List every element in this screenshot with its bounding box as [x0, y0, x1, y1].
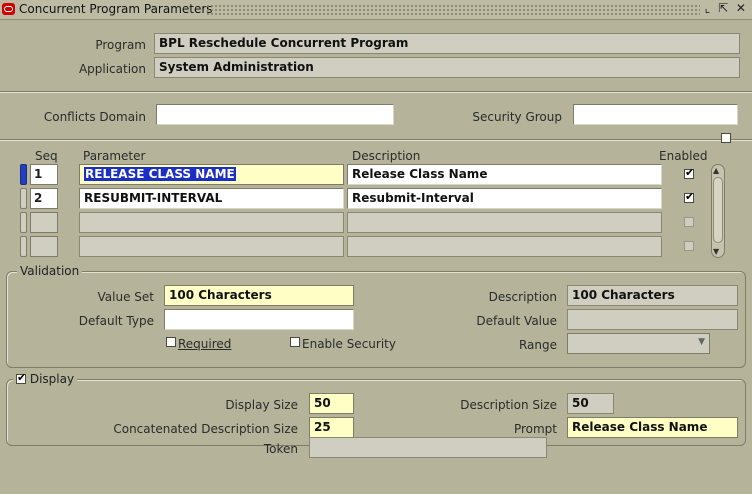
- checkmark-icon: ✔: [685, 190, 695, 203]
- col-enabled-header: Enabled: [659, 149, 708, 163]
- default-value-field[interactable]: [567, 309, 738, 330]
- scroll-thumb[interactable]: [713, 177, 723, 243]
- display-legend: Display: [29, 372, 75, 386]
- row-indicator[interactable]: [20, 236, 27, 257]
- window-title: Concurrent Program Parameters: [19, 2, 213, 16]
- grid-scrollbar[interactable]: ▲ ▼: [711, 164, 725, 258]
- range-label: Range: [518, 338, 557, 352]
- required-checkbox[interactable]: [166, 337, 176, 347]
- conflicts-domain-label: Conflicts Domain: [43, 110, 146, 124]
- security-group-field[interactable]: [573, 104, 738, 125]
- seq-cell[interactable]: [30, 212, 58, 233]
- col-seq-header: Seq: [35, 149, 58, 163]
- validation-legend: Validation: [17, 264, 83, 278]
- description-cell[interactable]: [347, 212, 662, 233]
- vs-description-field[interactable]: 100 Characters: [567, 285, 738, 306]
- description-size-field[interactable]: 50: [567, 393, 614, 414]
- enabled-checkbox[interactable]: [684, 241, 694, 251]
- application-field[interactable]: System Administration: [154, 57, 740, 78]
- vs-description-label: Description: [488, 290, 557, 304]
- parameter-cell[interactable]: RELEASE CLASS NAME: [79, 164, 344, 185]
- row-indicator[interactable]: [20, 164, 27, 185]
- seq-cell[interactable]: [30, 236, 58, 257]
- display-legend-wrap: ✔ Display: [13, 371, 78, 386]
- scroll-up-icon[interactable]: ▲: [713, 166, 719, 175]
- concat-size-field[interactable]: 25: [309, 417, 354, 438]
- default-value-label: Default Value: [476, 314, 557, 328]
- enabled-checkbox[interactable]: ✔: [684, 190, 695, 203]
- parameter-cell[interactable]: RESUBMIT-INTERVAL: [79, 188, 344, 209]
- enable-security-label: Enable Security: [302, 337, 396, 351]
- col-description-header: Description: [352, 149, 421, 163]
- seq-cell[interactable]: 1: [30, 164, 58, 185]
- chevron-down-icon[interactable]: ▼: [698, 337, 705, 347]
- value-set-label: Value Set: [97, 290, 154, 304]
- display-checkbox[interactable]: ✔: [16, 371, 27, 384]
- prompt-label: Prompt: [513, 422, 557, 436]
- description-cell[interactable]: [347, 236, 662, 257]
- seq-cell[interactable]: 2: [30, 188, 58, 209]
- checkmark-icon: ✔: [685, 166, 695, 179]
- range-dropdown[interactable]: ▼: [567, 333, 710, 354]
- value-set-field[interactable]: 100 Characters: [164, 285, 354, 306]
- window-controls[interactable]: ⌞ ⇱ ✕: [705, 1, 748, 15]
- window-titlebar[interactable]: Concurrent Program Parameters ⌞ ⇱ ✕: [0, 0, 752, 20]
- required-label: Required: [178, 337, 232, 351]
- grid-divider: [0, 139, 752, 141]
- oracle-app-icon: [2, 3, 15, 15]
- concat-size-label: Concatenated Description Size: [113, 422, 298, 436]
- row-indicator[interactable]: [20, 212, 27, 233]
- display-size-label: Display Size: [225, 398, 298, 412]
- default-type-label: Default Type: [78, 314, 154, 328]
- enable-security-checkbox[interactable]: [290, 337, 300, 347]
- header-divider: [0, 91, 752, 93]
- token-label: Token: [263, 442, 298, 456]
- token-field[interactable]: [309, 437, 547, 458]
- program-field[interactable]: BPL Reschedule Concurrent Program: [154, 33, 740, 54]
- security-group-label: Security Group: [472, 110, 562, 124]
- prompt-field[interactable]: Release Class Name: [567, 417, 738, 438]
- parameter-cell[interactable]: [79, 212, 344, 233]
- program-label: Program: [95, 38, 146, 52]
- checkmark-icon: ✔: [17, 371, 27, 384]
- application-label: Application: [78, 62, 146, 76]
- display-size-field[interactable]: 50: [309, 393, 354, 414]
- enabled-checkbox[interactable]: [684, 217, 694, 227]
- description-cell[interactable]: Release Class Name: [347, 164, 662, 185]
- row-indicator[interactable]: [20, 188, 27, 209]
- default-type-field[interactable]: [164, 309, 354, 330]
- parameter-selected-text: RELEASE CLASS NAME: [84, 167, 236, 181]
- enabled-checkbox[interactable]: ✔: [684, 166, 695, 179]
- col-parameter-header: Parameter: [83, 149, 146, 163]
- grid-toggle-box[interactable]: [721, 133, 731, 143]
- description-size-label: Description Size: [460, 398, 557, 412]
- titlebar-grip: [206, 4, 700, 15]
- description-cell[interactable]: Resubmit-Interval: [347, 188, 662, 209]
- scroll-down-icon[interactable]: ▼: [713, 247, 719, 256]
- parameter-cell[interactable]: [79, 236, 344, 257]
- conflicts-domain-field[interactable]: [156, 104, 394, 125]
